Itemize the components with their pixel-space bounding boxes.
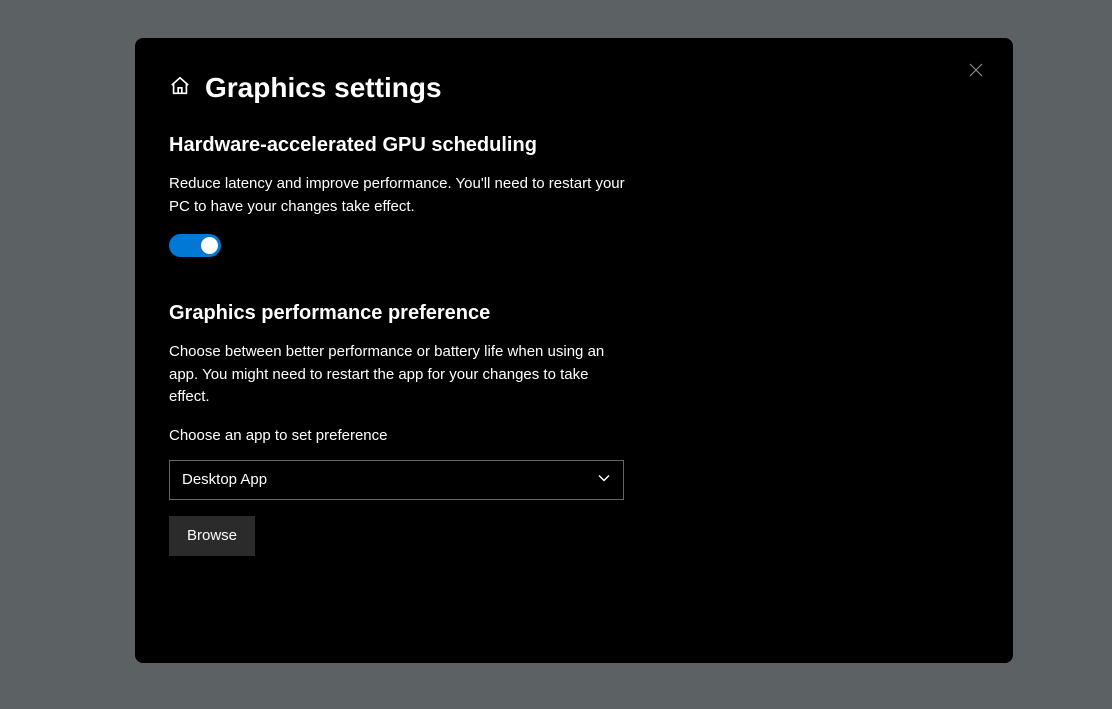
chevron-down-icon <box>597 470 611 489</box>
toggle-thumb <box>201 237 218 254</box>
section-desc-gpu: Reduce latency and improve performance. … <box>169 173 629 218</box>
section-performance-pref: Graphics performance preference Choose b… <box>169 302 979 556</box>
close-button[interactable] <box>969 64 983 78</box>
app-select-label: Choose an app to set preference <box>169 427 979 444</box>
gpu-scheduling-toggle[interactable] <box>169 234 221 257</box>
settings-dialog: Graphics settings Hardware-accelerated G… <box>135 38 1013 663</box>
app-type-select[interactable]: Desktop App <box>169 460 624 500</box>
close-icon <box>969 63 983 80</box>
browse-button[interactable]: Browse <box>169 516 255 556</box>
section-desc-perf: Choose between better performance or bat… <box>169 341 629 409</box>
page-title: Graphics settings <box>205 72 442 104</box>
section-gpu-scheduling: Hardware-accelerated GPU scheduling Redu… <box>169 134 979 257</box>
section-title-gpu: Hardware-accelerated GPU scheduling <box>169 134 979 157</box>
dialog-header: Graphics settings <box>169 72 979 104</box>
section-title-perf: Graphics performance preference <box>169 302 979 325</box>
select-value: Desktop App <box>182 471 267 488</box>
home-icon[interactable] <box>169 75 191 102</box>
